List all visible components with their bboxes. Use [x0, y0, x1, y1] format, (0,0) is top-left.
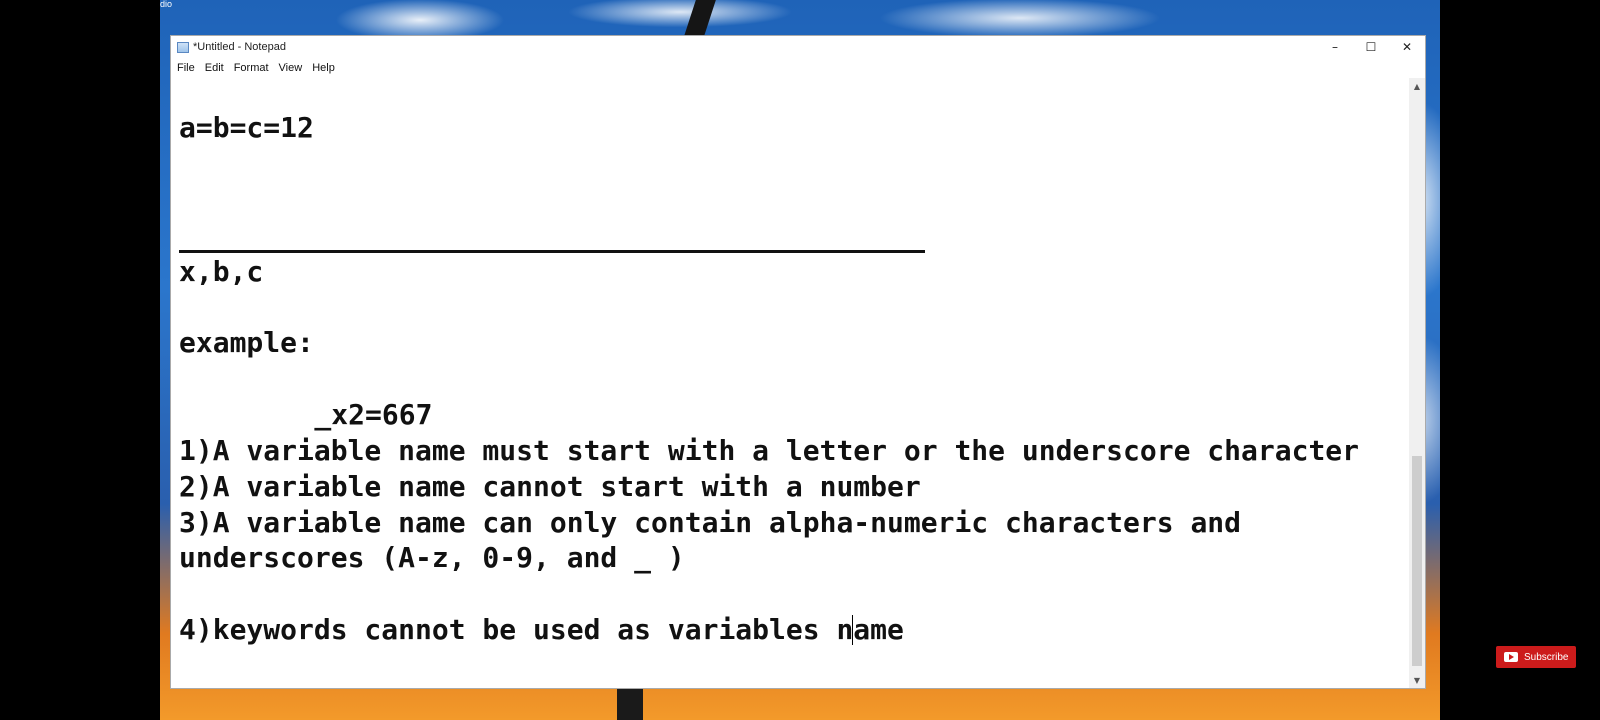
caret-after-text: ame: [853, 613, 904, 646]
chevron-down-icon[interactable]: ▼: [1409, 672, 1425, 688]
menu-bar: File Edit Format View Help: [171, 58, 340, 78]
editor-line: 2)A variable name cannot start with a nu…: [179, 470, 921, 503]
vertical-scrollbar[interactable]: ▲ ▼: [1409, 78, 1425, 688]
youtube-play-icon: [1504, 652, 1518, 662]
menu-format[interactable]: Format: [229, 62, 274, 74]
window-controls: – ☐ ✕: [1317, 36, 1425, 58]
chevron-up-icon[interactable]: ▲: [1409, 78, 1425, 94]
editor-line: example:: [179, 326, 314, 359]
menu-view[interactable]: View: [274, 62, 308, 74]
editor-line: underscores (A-z, 0-9, and _ ): [179, 541, 685, 574]
window-title: *Untitled - Notepad: [193, 41, 286, 53]
notepad-window: *Untitled - Notepad – ☐ ✕ File Edit Form…: [170, 35, 1426, 689]
minimize-button[interactable]: –: [1317, 36, 1353, 58]
text-editor-area[interactable]: a=b=c=12 x,b,c example: _x2=667 1)A vari…: [171, 78, 1411, 688]
title-bar[interactable]: *Untitled - Notepad – ☐ ✕: [171, 36, 1425, 58]
editor-line: x,b,c: [179, 255, 264, 288]
desktop-corner-text: dio: [160, 0, 173, 9]
editor-line: 1)A variable name must start with a lett…: [179, 434, 1360, 467]
close-button[interactable]: ✕: [1389, 36, 1425, 58]
caret-before-text: 4)keywords cannot be used as variables n: [179, 613, 854, 646]
scrollbar-thumb[interactable]: [1412, 456, 1422, 666]
menu-file[interactable]: File: [171, 62, 200, 74]
menu-help[interactable]: Help: [307, 62, 340, 74]
subscribe-button[interactable]: Subscribe: [1496, 646, 1576, 668]
notepad-icon: [177, 41, 189, 53]
editor-line: _x2=667: [247, 398, 433, 431]
wind-turbine-blade: [684, 0, 716, 36]
subscribe-label: Subscribe: [1524, 651, 1569, 663]
maximize-button[interactable]: ☐: [1353, 36, 1389, 58]
editor-line: 3)A variable name can only contain alpha…: [179, 506, 1242, 539]
horizontal-rule: [179, 250, 925, 253]
editor-line-with-caret: 4)keywords cannot be used as variables n…: [179, 612, 904, 648]
editor-line: a=b=c=12: [179, 111, 314, 144]
menu-edit[interactable]: Edit: [200, 62, 229, 74]
